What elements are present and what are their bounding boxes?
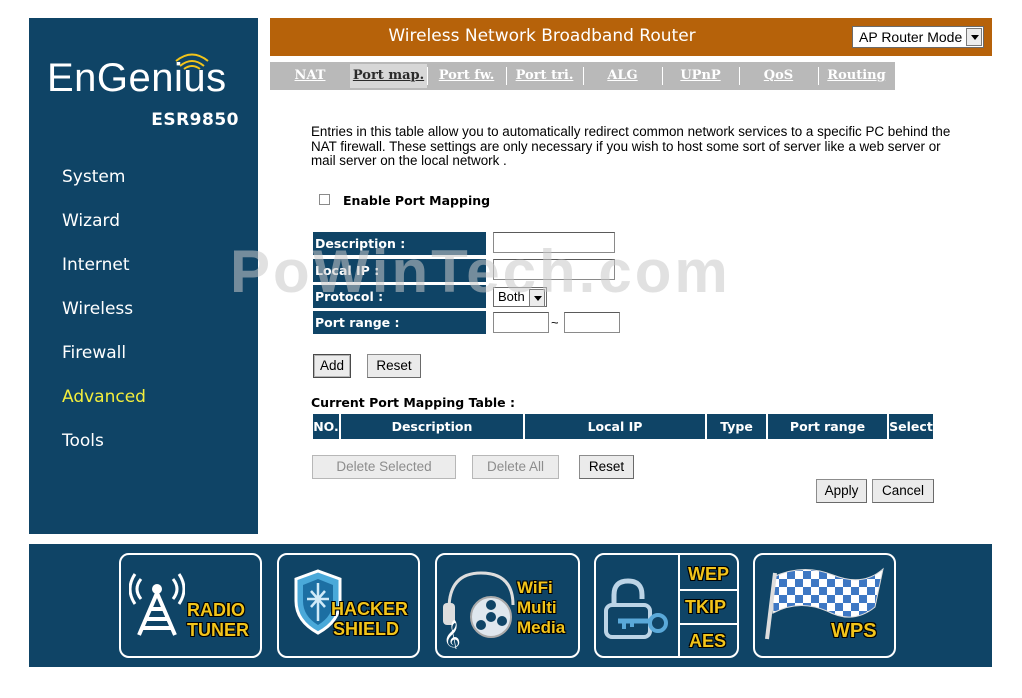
- tab-bar: NAT Port map. Port fw. Port tri. ALG UPn…: [270, 62, 895, 90]
- encryption-wep: WEP: [688, 564, 730, 584]
- chevron-down-icon[interactable]: [529, 289, 545, 307]
- badge-divider: [678, 589, 737, 591]
- chevron-down-icon[interactable]: [966, 28, 982, 46]
- local-ip-label: Local IP :: [313, 259, 486, 282]
- lock-icon: [604, 578, 668, 639]
- tab-nat[interactable]: NAT: [270, 64, 350, 88]
- enable-port-mapping-label: Enable Port Mapping: [343, 193, 491, 208]
- nav-item-advanced[interactable]: Advanced: [62, 387, 146, 407]
- encryption-badge: WEP TKIP AES: [594, 553, 739, 658]
- col-select: Select: [889, 414, 933, 439]
- protocol-select[interactable]: Both: [493, 287, 547, 307]
- tab-upnp[interactable]: UPnP: [662, 64, 739, 88]
- wifi-waves-icon: [175, 53, 209, 70]
- enable-port-mapping-checkbox[interactable]: [319, 194, 330, 205]
- router-mode-select[interactable]: AP Router Mode: [852, 26, 984, 48]
- radio-tuner-line2: TUNER: [187, 620, 249, 640]
- wifi-multimedia-line3: Media: [517, 618, 566, 637]
- wifi-multimedia-line2: Multi: [517, 598, 557, 617]
- nav-item-system[interactable]: System: [62, 167, 125, 187]
- encryption-aes: AES: [689, 631, 727, 651]
- port-range-label: Port range :: [313, 311, 486, 334]
- wifi-multimedia-line1: WiFi: [517, 578, 553, 597]
- badge-divider: [678, 555, 680, 656]
- col-description: Description: [341, 414, 523, 439]
- add-button[interactable]: Add: [313, 354, 351, 378]
- tab-routing[interactable]: Routing: [818, 64, 895, 88]
- engenius-logo: EnGenius: [47, 56, 227, 100]
- nav-item-tools[interactable]: Tools: [62, 431, 104, 451]
- film-reel-icon: 𝄞: [443, 571, 515, 649]
- router-mode-value: AP Router Mode: [859, 29, 963, 45]
- intro-text: Entries in this table allow you to autom…: [311, 124, 951, 168]
- protocol-value: Both: [498, 289, 525, 304]
- nav-item-wireless[interactable]: Wireless: [62, 299, 133, 319]
- col-type: Type: [707, 414, 766, 439]
- port-range-end-input[interactable]: [564, 312, 620, 333]
- apply-button[interactable]: Apply: [816, 479, 867, 503]
- port-mapping-table-title: Current Port Mapping Table :: [311, 395, 516, 410]
- radio-tower-icon: [129, 573, 185, 636]
- col-local-ip: Local IP: [525, 414, 705, 439]
- tab-port-map[interactable]: Port map.: [350, 64, 427, 88]
- description-input[interactable]: [493, 232, 615, 253]
- tab-alg[interactable]: ALG: [583, 64, 662, 88]
- radio-tuner-badge: RADIO TUNER: [119, 553, 262, 658]
- hacker-shield-line1: HACKER: [331, 599, 409, 619]
- port-range-separator: ~: [551, 315, 559, 330]
- hacker-shield-line2: SHIELD: [333, 619, 400, 639]
- col-port-range: Port range: [768, 414, 887, 439]
- feature-footer: RADIO TUNER HACKER SHIELD 𝄞 WiFi Multi M…: [29, 544, 992, 667]
- nav-item-wizard[interactable]: Wizard: [62, 211, 120, 231]
- delete-selected-button[interactable]: Delete Selected: [312, 455, 456, 479]
- col-no: NO.: [313, 414, 339, 439]
- wifi-multimedia-badge: 𝄞 WiFi Multi Media: [435, 553, 580, 658]
- delete-all-button[interactable]: Delete All: [472, 455, 559, 479]
- description-label: Description :: [313, 232, 486, 255]
- wps-badge: WPS: [753, 553, 896, 658]
- nav-item-firewall[interactable]: Firewall: [62, 343, 126, 363]
- page-title: Wireless Network Broadband Router: [388, 26, 696, 46]
- local-ip-input[interactable]: [493, 259, 615, 280]
- svg-text:𝄞: 𝄞: [443, 620, 461, 649]
- tab-qos[interactable]: QoS: [739, 64, 818, 88]
- protocol-label: Protocol :: [313, 285, 486, 308]
- cancel-button[interactable]: Cancel: [872, 479, 934, 503]
- encryption-tkip: TKIP: [685, 597, 727, 617]
- model-number: ESR9850: [151, 110, 239, 130]
- port-range-start-input[interactable]: [493, 312, 549, 333]
- tab-port-fw[interactable]: Port fw.: [427, 64, 506, 88]
- tab-port-tri[interactable]: Port tri.: [506, 64, 583, 88]
- radio-tuner-line1: RADIO: [187, 600, 245, 620]
- header-bar: Wireless Network Broadband Router AP Rou…: [270, 18, 992, 56]
- reset-form-button[interactable]: Reset: [367, 354, 421, 378]
- hacker-shield-badge: HACKER SHIELD: [277, 553, 420, 658]
- sidebar: EnGenius ESR9850 System Wizard Internet …: [29, 18, 258, 534]
- badge-divider: [678, 623, 737, 625]
- nav-item-internet[interactable]: Internet: [62, 255, 130, 275]
- wps-label: WPS: [831, 620, 877, 642]
- reset-table-button[interactable]: Reset: [579, 455, 634, 479]
